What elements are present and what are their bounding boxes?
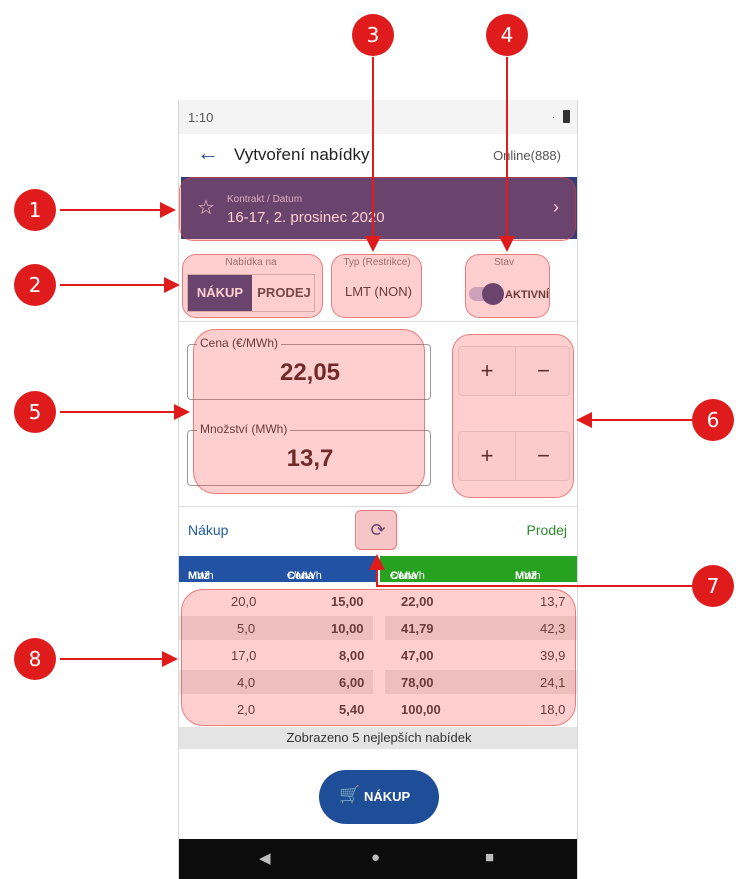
callout-3: 3 [352, 14, 394, 56]
callout-arrows [60, 57, 692, 667]
callout-1: 1 [14, 189, 56, 231]
callout-7: 7 [692, 565, 734, 607]
callout-5: 5 [14, 391, 56, 433]
callout-8: 8 [14, 638, 56, 680]
callout-4: 4 [486, 14, 528, 56]
callout-2: 2 [14, 264, 56, 306]
callout-6: 6 [692, 399, 734, 441]
